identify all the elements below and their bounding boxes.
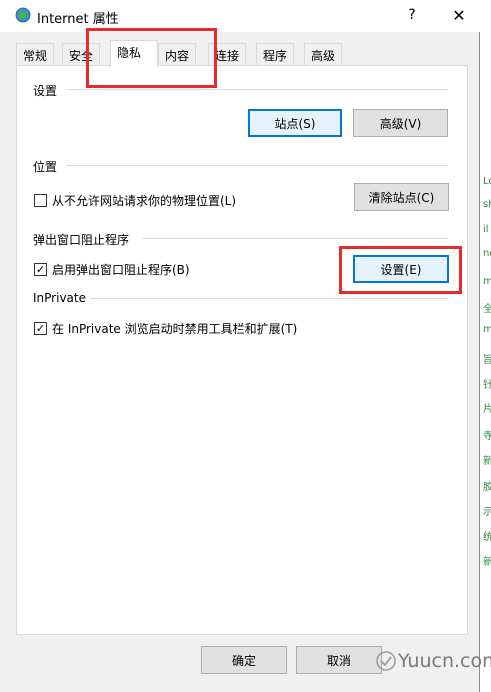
tab-privacy[interactable]: 隐私 <box>110 40 158 67</box>
background-text-fragment: 全 <box>483 304 491 315</box>
background-text-fragment: 寺 <box>483 431 491 442</box>
popup-blocker-group-divider <box>142 238 448 239</box>
globe-icon <box>15 7 31 23</box>
disable-toolbars-inprivate-checkbox[interactable]: 在 InPrivate 浏览启动时禁用工具栏和扩展(T) <box>34 320 297 337</box>
background-text-fragment: 示 <box>483 507 491 518</box>
background-text-fragment: m <box>483 276 491 287</box>
background-text-fragment: m <box>483 324 491 335</box>
location-group-label: 位置 <box>33 160 58 174</box>
internet-options-dialog: Internet 属性 ? ✕ 常规 安全 隐私 内容 连接 程序 高级 设置 … <box>0 0 480 692</box>
help-button[interactable]: ? <box>400 0 424 30</box>
title-bar: Internet 属性 ? ✕ <box>0 0 480 32</box>
background-text-fragment: ne <box>483 248 491 259</box>
tab-programs[interactable]: 程序 <box>256 43 295 65</box>
background-text-fragment: 新 <box>483 557 491 568</box>
inprivate-group-label: InPrivate <box>33 291 86 305</box>
disable-toolbars-inprivate-label: 在 InPrivate 浏览启动时禁用工具栏和扩展(T) <box>52 322 298 336</box>
location-group-divider <box>66 165 448 166</box>
background-text-fragment: il <box>483 224 489 235</box>
close-button[interactable]: ✕ <box>444 0 474 30</box>
ok-button[interactable]: 确定 <box>201 646 287 674</box>
privacy-tab-panel <box>16 65 468 635</box>
enable-popup-blocker-checkbox[interactable]: 启用弹出窗口阻止程序(B) <box>34 261 190 278</box>
watermark: Yuucn.com <box>376 650 491 672</box>
checkbox-box[interactable] <box>34 322 47 335</box>
background-text-fragment: 片 <box>483 404 491 415</box>
window-title: Internet 属性 <box>37 12 119 27</box>
popup-blocker-group-label: 弹出窗口阻止程序 <box>33 233 130 247</box>
sites-button[interactable]: 站点(S) <box>248 109 342 137</box>
watermark-text: Yuucn.com <box>398 650 491 672</box>
cancel-button[interactable]: 取消 <box>296 646 382 674</box>
background-text-fragment: 旨 <box>483 355 491 366</box>
checkbox-box[interactable] <box>34 194 47 207</box>
inprivate-group-divider <box>90 298 448 299</box>
watermark-logo-icon <box>376 651 396 671</box>
background-text-fragment: Lo <box>483 176 491 187</box>
background-text-fragment: 胶 <box>483 482 491 493</box>
settings-group-label: 设置 <box>33 84 58 98</box>
settings-group-divider <box>66 89 448 90</box>
background-text-fragment: sh <box>483 199 491 210</box>
background-page-edge <box>481 0 491 692</box>
background-text-fragment: 统 <box>483 532 491 543</box>
never-allow-location-checkbox[interactable]: 从不允许网站请求你的物理位置(L) <box>34 192 236 209</box>
background-text-fragment: 新 <box>483 456 491 467</box>
enable-popup-blocker-label: 启用弹出窗口阻止程序(B) <box>52 263 190 277</box>
background-text-fragment: 针 <box>483 380 491 391</box>
tab-advanced[interactable]: 高级 <box>304 43 343 65</box>
advanced-privacy-button[interactable]: 高级(V) <box>353 109 448 137</box>
never-allow-location-label: 从不允许网站请求你的物理位置(L) <box>52 194 237 208</box>
clear-sites-button[interactable]: 清除站点(C) <box>354 183 449 211</box>
checkbox-box[interactable] <box>34 263 47 276</box>
tab-general[interactable]: 常规 <box>16 43 55 65</box>
popup-settings-highlight <box>339 246 462 294</box>
